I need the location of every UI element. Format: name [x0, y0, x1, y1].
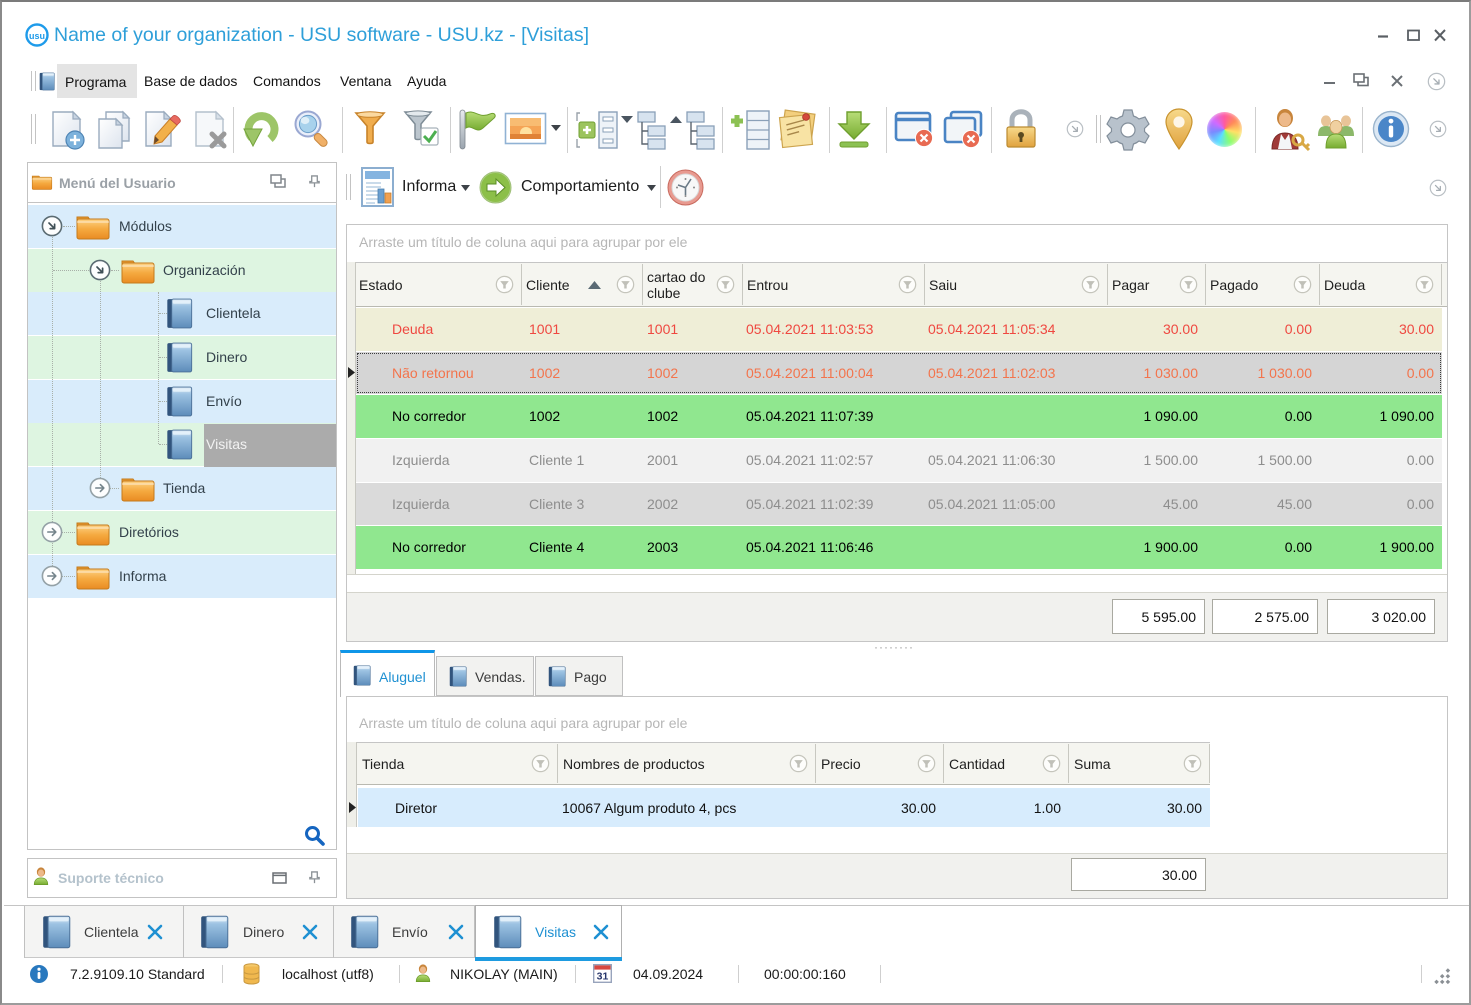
svg-text:usu: usu — [29, 31, 45, 41]
svg-text:31: 31 — [597, 971, 609, 983]
